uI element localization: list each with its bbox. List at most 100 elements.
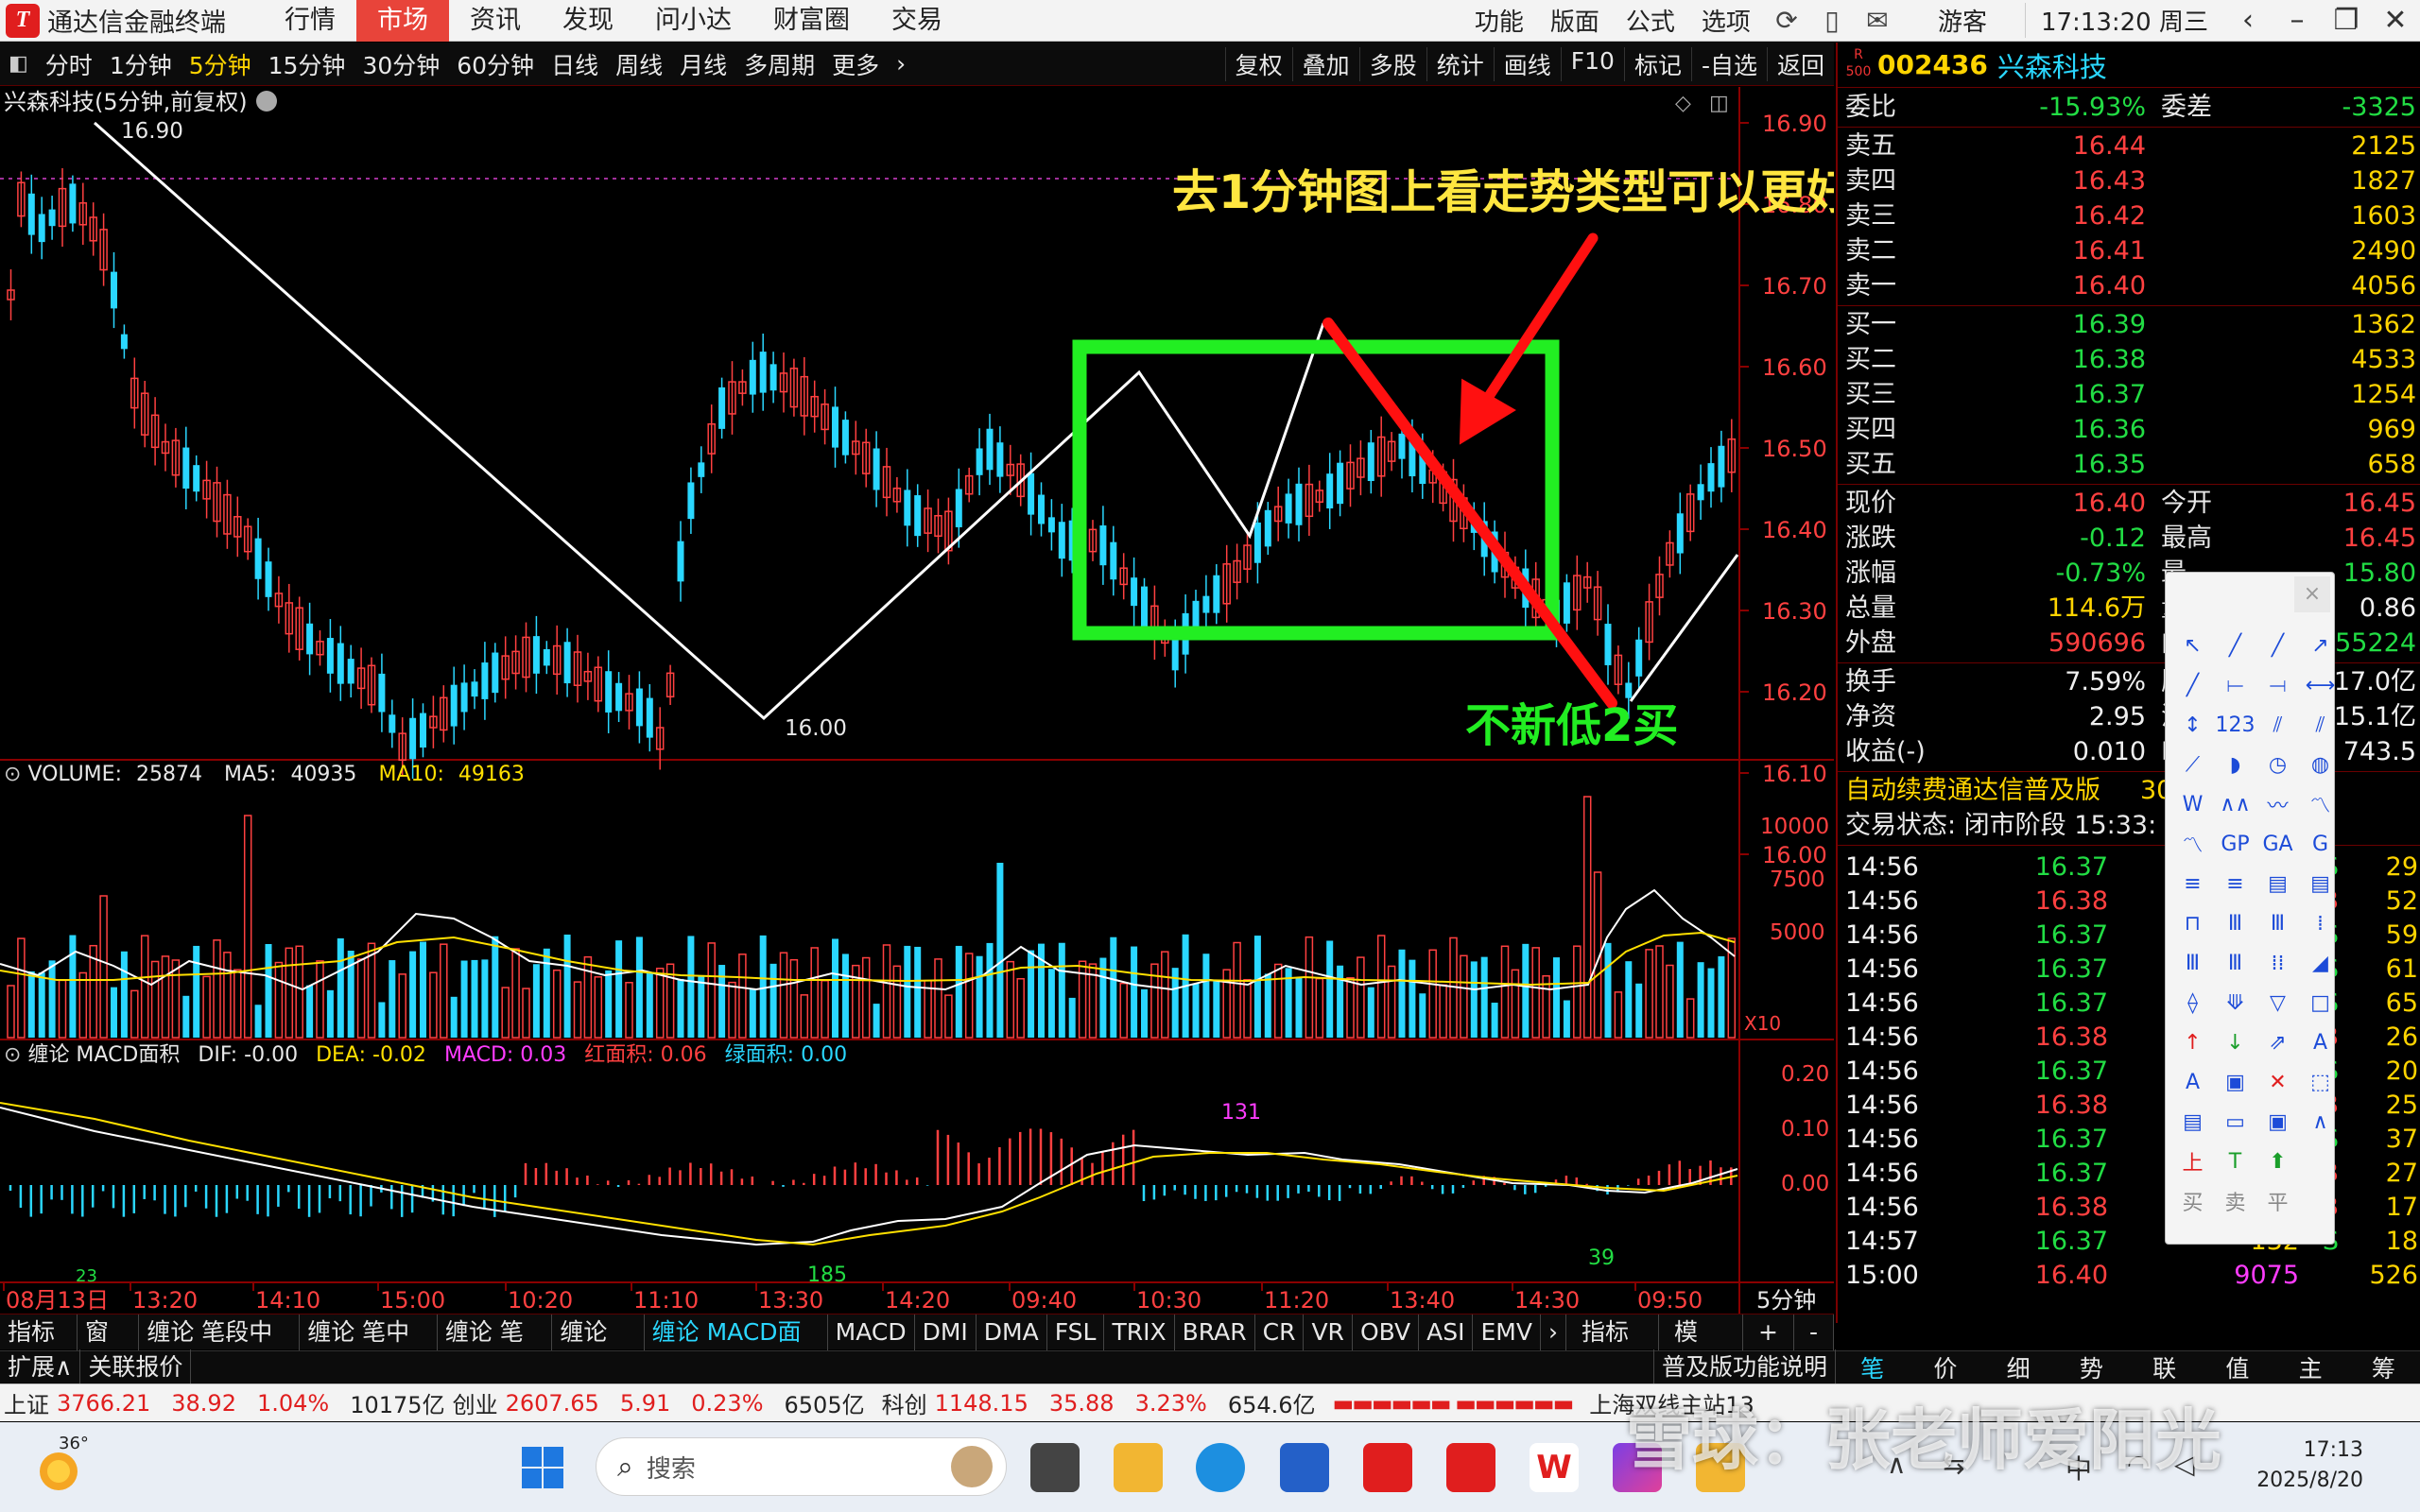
chart-dropdown-icon[interactable]: [256, 91, 277, 112]
draw-tool-icon[interactable]: G: [2301, 824, 2340, 864]
sidebar-toggle-icon[interactable]: ◧: [0, 52, 37, 76]
tray-clock[interactable]: 17:13 2025/8/20: [2256, 1435, 2363, 1496]
indicator-tab[interactable]: 指标A: [0, 1314, 78, 1382]
tool-f10[interactable]: F10: [1560, 46, 1624, 81]
period-60min[interactable]: 60分钟: [448, 47, 543, 81]
draw-tool-icon[interactable]: 买: [2173, 1181, 2212, 1221]
draw-tool-icon[interactable]: Ⅲ: [2258, 903, 2297, 943]
right-tab[interactable]: 主: [2274, 1350, 2347, 1384]
indicator-tab[interactable]: 窗口: [78, 1314, 140, 1382]
mail-icon[interactable]: ✉: [1855, 5, 1900, 36]
draw-tool-icon[interactable]: 卖: [2216, 1181, 2255, 1221]
draw-tool-icon[interactable]: A: [2301, 1022, 2340, 1062]
draw-tool-icon[interactable]: ⊓: [2173, 903, 2212, 943]
menu-banmian[interactable]: 版面: [1537, 3, 1613, 38]
draw-tool-icon[interactable]: ⟞: [2258, 665, 2297, 705]
menu-gongneng[interactable]: 功能: [1461, 3, 1537, 38]
period-day[interactable]: 日线: [543, 47, 607, 81]
menu-xuanxiang[interactable]: 选项: [1688, 3, 1764, 38]
draw-tool-icon[interactable]: GP: [2216, 824, 2255, 864]
indicator-tab[interactable]: ASI: [1419, 1314, 1474, 1350]
period-5min[interactable]: 5分钟: [181, 47, 260, 81]
draw-tool-icon[interactable]: ↓: [2216, 1022, 2255, 1062]
tool-fanhui[interactable]: 返回: [1766, 46, 1834, 81]
draw-tool-icon[interactable]: ✕: [2258, 1062, 2297, 1102]
draw-tool-icon[interactable]: □: [2301, 983, 2340, 1022]
macd-toggle-icon[interactable]: ⊙: [4, 1043, 27, 1067]
indicator-right-button[interactable]: 模 板: [1659, 1314, 1744, 1382]
right-tab[interactable]: 价: [1909, 1350, 1981, 1384]
draw-tool-icon[interactable]: ⬆: [2258, 1142, 2297, 1181]
draw-tool-icon[interactable]: GA: [2258, 824, 2297, 864]
menu-jiaoyi[interactable]: 交易: [871, 0, 963, 42]
tdx-app-icon[interactable]: [1363, 1443, 1412, 1492]
draw-tool-icon[interactable]: ▤: [2258, 864, 2297, 903]
indicator-tab[interactable]: OBV: [1353, 1314, 1420, 1350]
menu-zixun[interactable]: 资讯: [449, 0, 542, 42]
draw-tool-icon[interactable]: ▽: [2258, 983, 2297, 1022]
chevron-right-icon[interactable]: ›: [888, 50, 914, 77]
draw-tool-icon[interactable]: ⁞: [2301, 903, 2340, 943]
menu-caifuquan[interactable]: 财富圈: [752, 0, 871, 42]
weather-icon[interactable]: 36°: [32, 1434, 89, 1496]
help-link[interactable]: 普及版功能说明: [1652, 1349, 1836, 1385]
draw-tool-icon[interactable]: ⟝: [2216, 665, 2255, 705]
indicator-right-button[interactable]: 指标B: [1566, 1314, 1659, 1382]
draw-tool-icon[interactable]: W: [2173, 784, 2212, 824]
draw-tool-icon[interactable]: ≡: [2173, 864, 2212, 903]
draw-tool-icon[interactable]: ◍: [2301, 745, 2340, 784]
draw-tool-icon[interactable]: ⬚: [2301, 1062, 2340, 1102]
draw-tool-icon[interactable]: ↗: [2301, 626, 2340, 665]
restore-icon[interactable]: ❐: [2322, 4, 2371, 37]
indicator-right-button[interactable]: -: [1794, 1314, 1835, 1350]
menu-faxian[interactable]: 发现: [542, 0, 634, 42]
tdx-app2-icon[interactable]: [1446, 1443, 1495, 1492]
indicator-tab[interactable]: DMA: [977, 1314, 1047, 1350]
tool-huaxian[interactable]: 画线: [1493, 46, 1561, 81]
right-tab[interactable]: 细: [1982, 1350, 2055, 1384]
indicator-tab[interactable]: 缠论 全: [552, 1314, 645, 1382]
draw-tool-icon[interactable]: ⫽: [2258, 705, 2297, 745]
period-week[interactable]: 周线: [607, 47, 671, 81]
toolbox-close-icon[interactable]: ×: [2294, 576, 2330, 612]
draw-tool-icon[interactable]: Ⅲ: [2216, 903, 2255, 943]
tool-fuquan[interactable]: 复权: [1224, 46, 1292, 81]
edge-icon[interactable]: [1196, 1443, 1245, 1492]
draw-tool-icon[interactable]: 上: [2173, 1142, 2212, 1181]
draw-tool-icon[interactable]: ⟋: [2173, 745, 2212, 784]
draw-tool-icon[interactable]: ▣: [2258, 1102, 2297, 1142]
indicator-tab[interactable]: FSL: [1047, 1314, 1105, 1350]
indicator-right-button[interactable]: +: [1743, 1314, 1794, 1350]
indicator-tab[interactable]: TRIX: [1104, 1314, 1175, 1350]
tool-zixuan[interactable]: -自选: [1690, 46, 1767, 81]
period-fenshi[interactable]: 分时: [37, 47, 101, 81]
right-tab[interactable]: 筹: [2347, 1350, 2420, 1384]
right-tab[interactable]: 值: [2201, 1350, 2273, 1384]
draw-tool-icon[interactable]: ▣: [2216, 1062, 2255, 1102]
draw-tool-icon[interactable]: ◷: [2258, 745, 2297, 784]
draw-tool-icon[interactable]: ╱: [2173, 665, 2212, 705]
menu-shichang[interactable]: 市场: [356, 0, 449, 42]
draw-tool-icon[interactable]: ↖: [2173, 626, 2212, 665]
right-tab[interactable]: 联: [2128, 1350, 2201, 1384]
panel-icon[interactable]: ◫: [1709, 92, 1729, 115]
stock-name[interactable]: 兴森科技: [1997, 45, 2107, 85]
draw-tool-icon[interactable]: ▤: [2173, 1102, 2212, 1142]
diamond-icon[interactable]: ◇: [1675, 92, 1691, 115]
phone-icon[interactable]: ▯: [1809, 5, 1855, 36]
tool-biaoji[interactable]: 标记: [1623, 46, 1691, 81]
draw-tool-icon[interactable]: ∧∧: [2216, 784, 2255, 824]
draw-tool-icon[interactable]: ╱: [2216, 626, 2255, 665]
draw-tool-icon[interactable]: ≡: [2216, 864, 2255, 903]
draw-tool-icon[interactable]: ∧: [2301, 1102, 2340, 1142]
draw-tool-icon[interactable]: 123: [2216, 705, 2256, 745]
indicator-tab[interactable]: VR: [1304, 1314, 1353, 1350]
expand-button[interactable]: 扩展∧: [0, 1349, 81, 1385]
draw-tool-icon[interactable]: ⟷: [2301, 665, 2340, 705]
right-tab[interactable]: 势: [2055, 1350, 2128, 1384]
draw-tool-icon[interactable]: ◢: [2301, 943, 2340, 983]
file-explorer-icon[interactable]: [1114, 1443, 1163, 1492]
kline-chart[interactable]: 16.9016.8016.7016.6016.5016.4016.3016.20…: [0, 87, 1834, 1314]
period-30min[interactable]: 30分钟: [354, 47, 448, 81]
tool-duogu[interactable]: 多股: [1358, 46, 1426, 81]
